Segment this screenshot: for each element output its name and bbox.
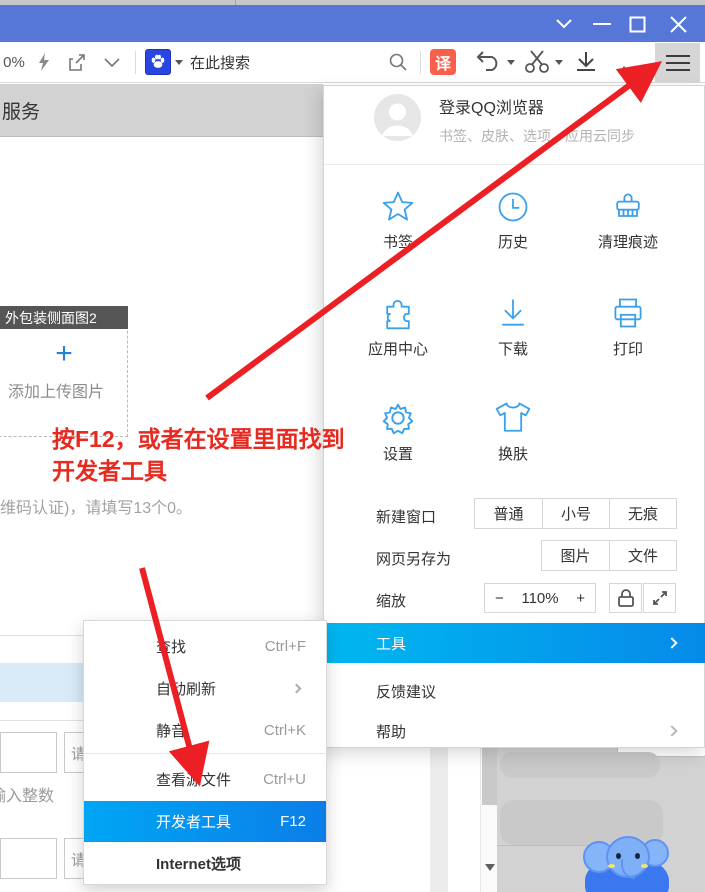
minimize-icon[interactable] xyxy=(591,13,613,35)
save-page-button-group: 图片 文件 xyxy=(541,540,677,571)
menu-item-tools[interactable]: 工具 xyxy=(324,623,705,663)
baidu-search-engine-icon[interactable] xyxy=(145,42,171,82)
form-note-text: 维码认证)，请填写13个0。 xyxy=(0,494,192,518)
scrollbar-down-arrow-icon[interactable] xyxy=(485,864,495,871)
context-item-mute[interactable]: 静音 Ctrl+K xyxy=(84,710,326,751)
plus-icon[interactable]: + xyxy=(48,338,80,370)
star-icon xyxy=(380,189,416,225)
expand-icon xyxy=(652,590,668,606)
tshirt-icon xyxy=(493,399,533,437)
zoom-out-button[interactable]: − xyxy=(495,590,504,607)
menu-item-bookmarks[interactable]: 书签 xyxy=(353,189,443,252)
scissors-dropdown-icon[interactable] xyxy=(554,42,564,82)
menu-item-help[interactable]: 帮助 xyxy=(324,711,705,751)
maximize-icon[interactable] xyxy=(626,13,648,35)
new-window-small-button[interactable]: 小号 xyxy=(542,499,609,528)
zoom-in-button[interactable]: + xyxy=(576,590,585,607)
page-divider xyxy=(0,635,83,636)
save-page-label: 网页另存为 xyxy=(376,548,451,569)
toolbar-divider xyxy=(420,51,421,74)
menu-item-print[interactable]: 打印 xyxy=(583,294,673,359)
puzzle-icon xyxy=(380,294,416,332)
scrollbar-thumb[interactable] xyxy=(482,748,497,805)
undo-icon[interactable] xyxy=(472,42,502,82)
upload-label[interactable]: 添加上传图片 xyxy=(8,378,104,402)
context-menu-divider xyxy=(84,753,326,754)
page-context-menu: 查找 Ctrl+F 自动刷新 静音 Ctrl+K 查看源文件 Ctrl+U 开发… xyxy=(83,620,327,885)
close-icon[interactable] xyxy=(667,13,689,35)
translate-icon[interactable]: 译 xyxy=(430,42,456,82)
new-window-label: 新建窗口 xyxy=(376,506,436,527)
submenu-chevron-icon xyxy=(292,684,302,694)
context-item-auto-refresh[interactable]: 自动刷新 xyxy=(84,668,326,709)
input-hint-label: 输入整数 xyxy=(0,782,54,806)
collapse-toolbar-icon[interactable] xyxy=(553,13,575,35)
save-as-image-button[interactable]: 图片 xyxy=(542,541,609,570)
search-icon[interactable] xyxy=(386,42,410,82)
login-subtitle: 书签、皮肤、选项、应用云同步 xyxy=(439,126,635,146)
menu-item-feedback[interactable]: 反馈建议 xyxy=(324,671,705,711)
browser-toolbar: 0% 在此搜索 译 xyxy=(0,42,705,83)
save-as-file-button[interactable]: 文件 xyxy=(609,541,676,570)
menu-item-history[interactable]: 历史 xyxy=(468,189,558,252)
context-item-view-source[interactable]: 查看源文件 Ctrl+U xyxy=(84,759,326,800)
avatar[interactable] xyxy=(374,94,421,141)
page-section-header: 服务 xyxy=(0,84,323,137)
clock-icon xyxy=(495,189,531,225)
title-bar xyxy=(0,5,705,42)
page-divider xyxy=(0,720,83,721)
menu-item-downloads[interactable]: 下载 xyxy=(468,294,558,359)
context-item-internet-options[interactable]: Internet选项 xyxy=(84,843,326,884)
selected-row-highlight xyxy=(0,663,83,702)
integer-input-field[interactable] xyxy=(0,838,57,879)
qq-browser-window: 0% 在此搜索 译 xyxy=(0,0,705,892)
download-icon[interactable] xyxy=(572,42,600,82)
context-item-developer-tools[interactable]: 开发者工具 F12 xyxy=(84,801,326,842)
download-icon xyxy=(495,294,531,332)
menu-divider xyxy=(324,164,704,165)
printer-icon xyxy=(610,294,646,332)
main-menu-button[interactable] xyxy=(655,43,700,82)
integer-input-field[interactable] xyxy=(0,732,57,773)
more-options-icon[interactable]: … xyxy=(616,42,648,82)
zoom-label: 缩放 xyxy=(376,590,406,611)
menu-item-settings[interactable]: 设置 xyxy=(353,399,443,464)
zoom-lock-button[interactable] xyxy=(609,583,642,613)
menu-item-change-skin[interactable]: 换肤 xyxy=(468,399,558,464)
submenu-chevron-icon xyxy=(666,637,677,648)
context-item-find[interactable]: 查找 Ctrl+F xyxy=(84,626,326,667)
toolbar-divider xyxy=(135,51,136,74)
new-window-incognito-button[interactable]: 无痕 xyxy=(609,499,676,528)
fullscreen-button[interactable] xyxy=(643,583,676,613)
vertical-scrollbar[interactable] xyxy=(480,748,497,892)
scissors-icon[interactable] xyxy=(522,42,552,82)
search-engine-dropdown-icon[interactable] xyxy=(174,42,184,82)
qq-elephant-mascot xyxy=(583,833,671,892)
login-title[interactable]: 登录QQ浏览器 xyxy=(439,94,544,118)
new-window-button-group: 普通 小号 无痕 xyxy=(474,498,677,529)
placeholder-block xyxy=(500,752,660,778)
upload-badge: 外包装侧面图2 xyxy=(0,306,128,329)
menu-item-clear-traces[interactable]: 清理痕迹 xyxy=(583,189,673,252)
page-header-label: 服务 xyxy=(0,97,40,124)
menu-item-app-center[interactable]: 应用中心 xyxy=(353,294,443,359)
broom-icon xyxy=(610,189,646,225)
address-search-input[interactable]: 在此搜索 xyxy=(190,42,310,82)
zoom-level-text: 0% xyxy=(0,42,28,82)
lock-icon xyxy=(618,589,634,607)
page-column-band xyxy=(430,748,448,892)
annotation-text-line2: 开发者工具 xyxy=(52,452,167,486)
lightning-icon[interactable] xyxy=(34,42,54,82)
undo-dropdown-icon[interactable] xyxy=(506,42,516,82)
browser-main-menu: 登录QQ浏览器 书签、皮肤、选项、应用云同步 书签 历史 清理痕迹 xyxy=(323,85,705,748)
chevron-down-icon[interactable] xyxy=(100,42,124,82)
zoom-control: − 110% + xyxy=(484,583,596,613)
new-window-normal-button[interactable]: 普通 xyxy=(475,499,542,528)
submenu-chevron-icon xyxy=(666,725,677,736)
zoom-value: 110% xyxy=(521,590,558,607)
gear-icon xyxy=(379,399,417,437)
share-icon[interactable] xyxy=(64,42,90,82)
